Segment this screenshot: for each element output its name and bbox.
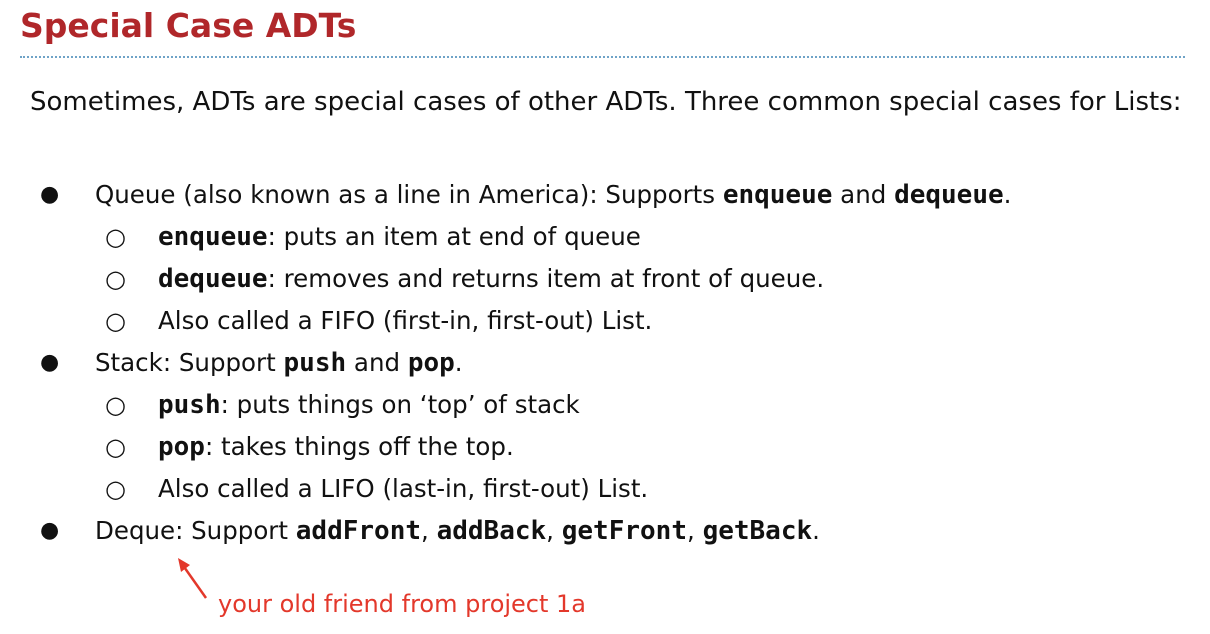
deque-text: Deque: Support [95, 516, 296, 545]
push-desc: : puts things on ‘top’ of stack [220, 390, 580, 419]
deque-op-getfront: getFront [561, 516, 687, 546]
deque-sep: , [546, 516, 562, 545]
sub-bullet-icon: ○ [105, 391, 126, 419]
stack-text: Stack: Support [95, 348, 284, 377]
queue-op-enqueue: enqueue [722, 180, 833, 210]
sub-item-dequeue: ○ dequeue: removes and returns item at f… [30, 258, 1200, 300]
annotation-arrow-icon [178, 558, 208, 599]
stack-and: and [346, 348, 408, 377]
sub-bullet-icon: ○ [105, 265, 126, 293]
bullet-icon: ● [40, 350, 60, 375]
sub-item-push: ○ push: puts things on ‘top’ of stack [30, 384, 1200, 426]
sub-bullet-icon: ○ [105, 475, 126, 503]
stack-op-push: push [283, 348, 347, 378]
push-term: push [158, 390, 221, 420]
sub-bullet-icon: ○ [105, 307, 126, 335]
deque-sep: , [421, 516, 437, 545]
slide-title: Special Case ADTs [20, 6, 357, 45]
deque-op-addfront: addFront [295, 516, 422, 546]
deque-op-addback: addBack [436, 516, 547, 546]
queue-end: . [1003, 180, 1012, 209]
deque-sep: , [686, 516, 703, 545]
sub-bullet-icon: ○ [105, 223, 126, 251]
bullet-icon: ● [40, 182, 60, 207]
pop-desc: : takes things off the top. [204, 432, 514, 461]
enqueue-desc: : puts an item at end of queue [267, 222, 641, 251]
sub-item-enqueue: ○ enqueue: puts an item at end of queue [30, 216, 1200, 258]
deque-end: . [812, 516, 820, 545]
list-item-stack: ● Stack: Support push and pop. [30, 342, 1200, 384]
queue-op-dequeue: dequeue [894, 180, 1004, 210]
adt-list: ● Queue (also known as a line in America… [30, 174, 1200, 552]
dequeue-desc: : removes and returns item at front of q… [267, 264, 825, 293]
fifo-note: Also called a FIFO (first-in, first-out)… [158, 306, 653, 335]
dequeue-term: dequeue [158, 264, 268, 294]
list-item-queue: ● Queue (also known as a line in America… [30, 174, 1200, 216]
enqueue-term: enqueue [158, 222, 268, 252]
list-item-deque: ● Deque: Support addFront, addBack, getF… [30, 510, 1200, 552]
bullet-icon: ● [40, 518, 60, 543]
sub-item-fifo: ○ Also called a FIFO (first-in, first-ou… [30, 300, 1200, 342]
queue-and: and [832, 180, 895, 209]
sub-bullet-icon: ○ [105, 433, 126, 461]
lifo-note: Also called a LIFO (last-in, first-out) … [158, 474, 649, 503]
sub-item-lifo: ○ Also called a LIFO (last-in, first-out… [30, 468, 1200, 510]
deque-op-getback: getBack [702, 516, 813, 546]
pop-term: pop [158, 432, 205, 462]
stack-op-pop: pop [407, 348, 455, 378]
annotation-note: your old friend from project 1a [218, 590, 587, 618]
stack-end: . [454, 348, 463, 377]
intro-paragraph: Sometimes, ADTs are special cases of oth… [30, 87, 1182, 117]
title-divider [20, 56, 1185, 58]
sub-item-pop: ○ pop: takes things off the top. [30, 426, 1200, 468]
queue-text: Queue (also known as a line in America):… [95, 180, 723, 209]
